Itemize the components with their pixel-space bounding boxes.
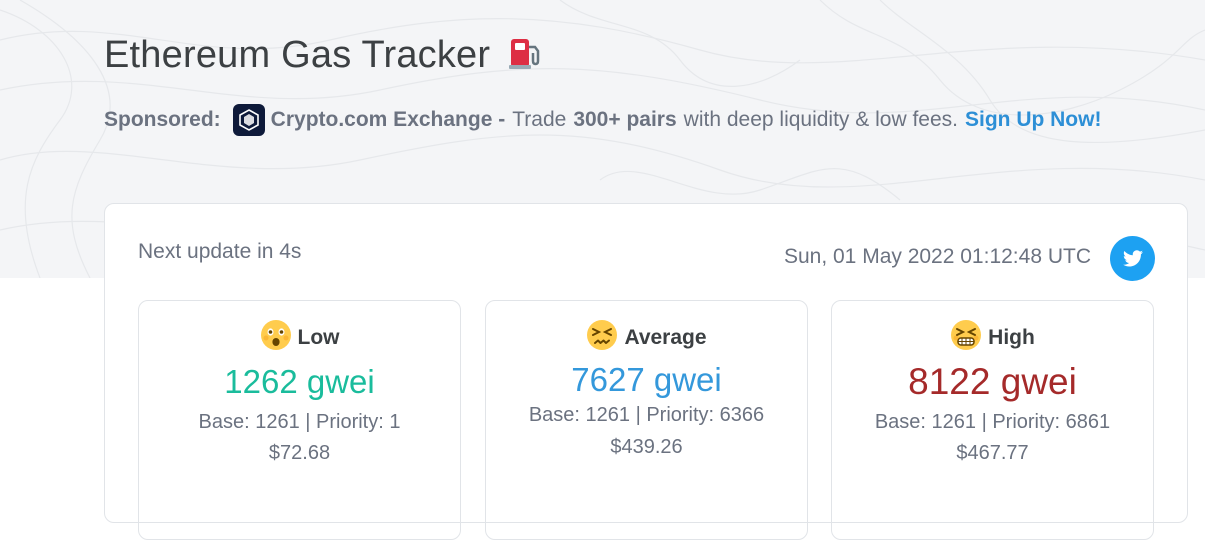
- sponsor-exchange-name[interactable]: Crypto.com Exchange -: [271, 108, 506, 132]
- page-title: Ethereum Gas Tracker: [104, 34, 543, 81]
- astonished-face-icon: [260, 319, 292, 357]
- tier-gas-price: 7627 gwei: [571, 361, 722, 398]
- twitter-share-button[interactable]: [1110, 236, 1155, 281]
- tier-header: Low: [139, 319, 460, 357]
- tier-usd: $72.68: [268, 442, 331, 464]
- tier-header: High: [832, 319, 1153, 357]
- fuel-pump-icon: [507, 35, 543, 81]
- crypto-com-logo-icon[interactable]: [232, 104, 265, 136]
- tier-header: Average: [486, 319, 807, 357]
- tier-label: Low: [297, 326, 340, 349]
- sponsor-banner: Sponsored: Crypto.com Exchange - Trade 3…: [104, 104, 1101, 136]
- tier-usd: $467.77: [956, 442, 1029, 464]
- sponsor-trade-text: Trade: [512, 108, 567, 131]
- twitter-icon: [1122, 250, 1143, 267]
- tier-label: Average: [624, 326, 707, 349]
- tier-gas-price: 1262 gwei: [224, 363, 375, 400]
- sign-up-link[interactable]: Sign Up Now!: [965, 108, 1101, 132]
- page-title-text: Ethereum Gas Tracker: [104, 34, 491, 76]
- gas-tier-high: High 8122 gwei Base: 1261 | Priority: 68…: [831, 300, 1154, 540]
- sponsor-description: with deep liquidity & low fees.: [683, 108, 958, 131]
- tier-gas-price: 8122 gwei: [908, 361, 1077, 402]
- sponsor-label: Sponsored:: [104, 108, 221, 131]
- tier-usd: $439.26: [610, 436, 683, 458]
- gas-tracker-card: Next update in 4s Sun, 01 May 2022 01:12…: [104, 203, 1188, 540]
- tier-details: Base: 1261 | Priority: 1: [198, 411, 401, 433]
- tier-details: Base: 1261 | Priority: 6861: [874, 411, 1111, 433]
- sponsor-pairs: 300+ pairs: [573, 108, 677, 131]
- next-update-text: Next update in 4s: [138, 240, 302, 263]
- gas-tier-low: Low 1262 gwei Base: 1261 | Priority: 1 $…: [138, 300, 461, 540]
- gas-tier-average: Average 7627 gwei Base: 1261 | Priority:…: [485, 300, 808, 540]
- woozy-face-icon: [950, 319, 982, 357]
- tier-details: Base: 1261 | Priority: 6366: [528, 404, 765, 426]
- tier-label: High: [988, 326, 1035, 349]
- timestamp: Sun, 01 May 2022 01:12:48 UTC: [783, 245, 1091, 268]
- confounded-face-icon: [586, 319, 618, 357]
